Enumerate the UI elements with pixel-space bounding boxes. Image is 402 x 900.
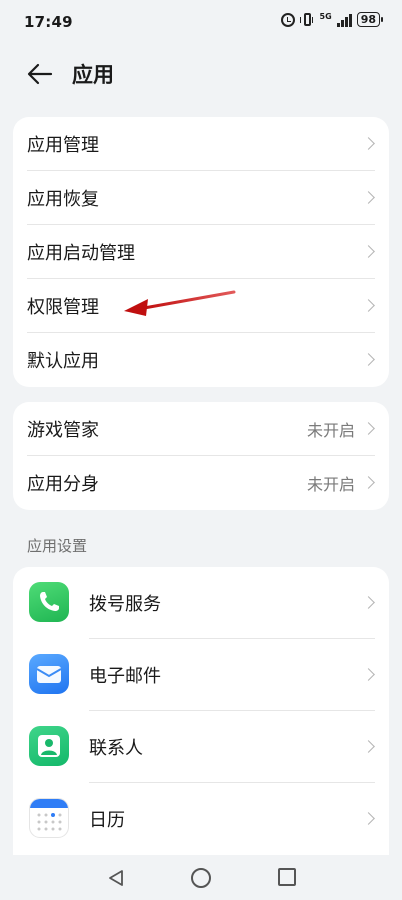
status-time: 17:49 bbox=[24, 13, 73, 31]
list-item-calendar[interactable]: 日历 bbox=[13, 783, 389, 855]
section-title: 应用设置 bbox=[27, 537, 88, 555]
mail-icon bbox=[29, 654, 69, 694]
list-item-label: 游戏管家 bbox=[27, 420, 99, 441]
calendar-icon bbox=[29, 798, 69, 838]
nav-home-icon[interactable] bbox=[191, 868, 211, 888]
chevron-right-icon bbox=[362, 668, 375, 681]
chevron-right-icon bbox=[362, 245, 375, 258]
app-management-card: 应用管理 应用恢复 应用启动管理 权限管理 默认应用 bbox=[13, 117, 389, 387]
alarm-icon bbox=[280, 12, 295, 27]
list-item-dialer[interactable]: 拨号服务 bbox=[13, 567, 389, 639]
list-item-label: 权限管理 bbox=[27, 297, 99, 318]
phone-icon bbox=[29, 582, 69, 622]
page-title: 应用 bbox=[72, 63, 114, 87]
list-item-contacts[interactable]: 联系人 bbox=[13, 711, 389, 783]
chevron-right-icon bbox=[362, 353, 375, 366]
app-settings-card: 拨号服务 电子邮件 联系人 日历 bbox=[13, 567, 389, 857]
list-item-label: 应用启动管理 bbox=[27, 243, 135, 264]
list-item-label: 应用恢复 bbox=[27, 189, 99, 210]
list-item-label: 日历 bbox=[89, 810, 125, 831]
network-type: 5G bbox=[319, 11, 332, 21]
chevron-right-icon bbox=[362, 476, 375, 489]
chevron-right-icon bbox=[362, 137, 375, 150]
chevron-right-icon bbox=[362, 596, 375, 609]
status-bar: 17:49 5G 98 bbox=[0, 0, 402, 44]
navigation-bar bbox=[0, 855, 402, 900]
chevron-right-icon bbox=[362, 812, 375, 825]
annotation-arrow bbox=[124, 290, 236, 316]
status-value: 未开启 bbox=[306, 421, 355, 440]
back-arrow-icon[interactable] bbox=[26, 60, 54, 88]
list-item-label: 默认应用 bbox=[27, 351, 99, 372]
list-item-label: 拨号服务 bbox=[89, 594, 161, 615]
list-item-label: 电子邮件 bbox=[89, 666, 161, 687]
list-item-app-launch[interactable]: 应用启动管理 bbox=[13, 225, 389, 279]
list-item-app-restore[interactable]: 应用恢复 bbox=[13, 171, 389, 225]
list-item-app-manager[interactable]: 应用管理 bbox=[13, 117, 389, 171]
status-value: 未开启 bbox=[306, 475, 355, 494]
list-item-game-assistant[interactable]: 游戏管家 未开启 bbox=[13, 402, 389, 456]
battery-icon: 98 bbox=[356, 12, 384, 27]
nav-recents-icon[interactable] bbox=[278, 868, 296, 886]
signal-icon bbox=[336, 13, 352, 27]
header: 应用 bbox=[0, 52, 402, 96]
chevron-right-icon bbox=[362, 299, 375, 312]
status-icons: 5G 98 bbox=[280, 11, 384, 27]
chevron-right-icon bbox=[362, 740, 375, 753]
nav-back-icon[interactable] bbox=[107, 869, 125, 887]
contact-icon bbox=[29, 726, 69, 766]
vibrate-icon bbox=[299, 13, 313, 26]
list-item-label: 应用管理 bbox=[27, 135, 99, 156]
list-item-email[interactable]: 电子邮件 bbox=[13, 639, 389, 711]
list-item-label: 联系人 bbox=[89, 738, 143, 759]
chevron-right-icon bbox=[362, 422, 375, 435]
chevron-right-icon bbox=[362, 191, 375, 204]
list-item-app-twin[interactable]: 应用分身 未开启 bbox=[13, 456, 389, 510]
feature-card: 游戏管家 未开启 应用分身 未开启 bbox=[13, 402, 389, 510]
list-item-label: 应用分身 bbox=[27, 474, 99, 495]
list-item-default-apps[interactable]: 默认应用 bbox=[13, 333, 389, 387]
